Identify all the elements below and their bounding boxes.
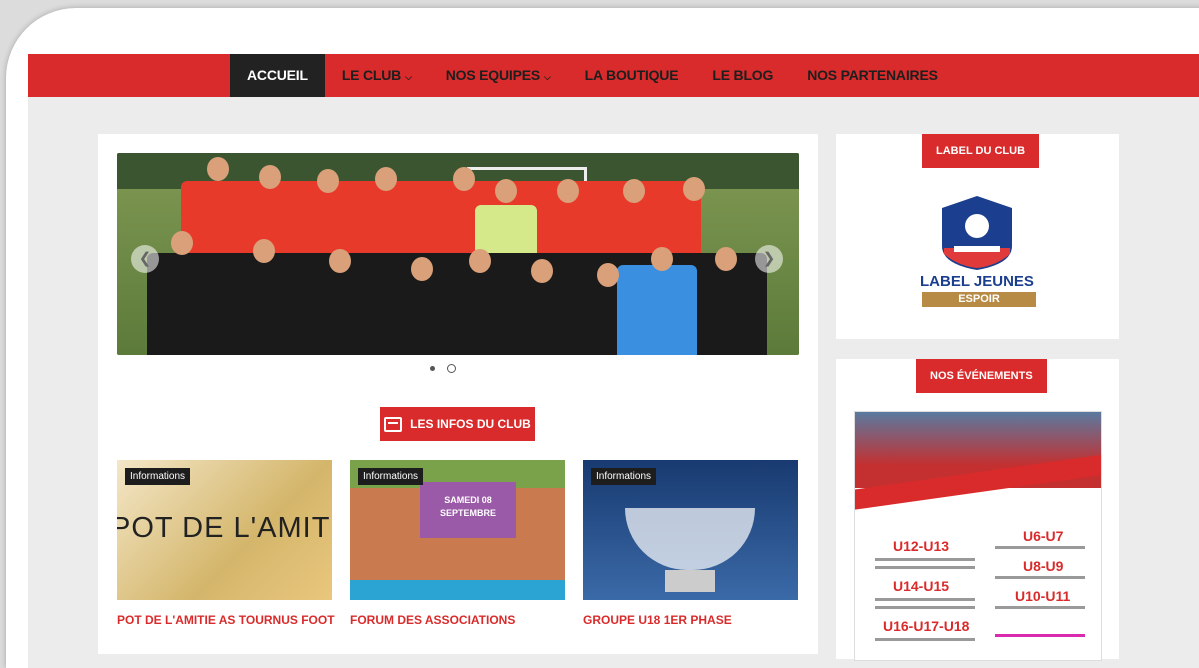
player-head — [171, 231, 193, 255]
poster-text-line — [995, 606, 1085, 609]
news-card-title[interactable]: GROUPE U18 1ER PHASE — [583, 612, 803, 628]
sidebar-events-widget: NOS ÉVÉNEMENTS A.S.TOURNUS FOOT U12-U13 … — [836, 359, 1119, 661]
browser-frame: ACCUEIL LE CLUB ⌵ NOS EQUIPES ⌵ LA BOUTIQU… — [6, 8, 1199, 668]
chevron-right-icon: ❯ — [762, 250, 776, 267]
fff-logo — [942, 196, 1012, 270]
player-head — [557, 179, 579, 203]
poster-category: U10-U11 — [1015, 588, 1071, 604]
player-head — [715, 247, 737, 271]
card-banner — [350, 580, 565, 600]
news-card-image[interactable]: Informations — [583, 460, 798, 600]
news-section-label: LES INFOS DU CLUB — [410, 417, 531, 431]
news-card-title[interactable]: POT DE L'AMITIE AS TOURNUS FOOT — [117, 612, 337, 628]
slider-next-button[interactable]: ❯ — [755, 245, 783, 273]
news-card-title[interactable]: FORUM DES ASSOCIATIONS — [350, 612, 570, 628]
news-section-button[interactable]: LES INFOS DU CLUB — [380, 407, 535, 441]
player-head — [253, 239, 275, 263]
player-head — [469, 249, 491, 273]
poster-text-line — [875, 558, 975, 561]
poster-text-line — [875, 606, 975, 609]
nav-item-label: LE BLOG — [712, 67, 774, 83]
card-category-tag: Informations — [125, 468, 191, 485]
chevron-left-icon: ❮ — [138, 250, 152, 267]
trophy-bowl — [625, 508, 755, 570]
goalkeeper-shirt — [617, 265, 697, 355]
team-photo-slider[interactable]: ❮ ❯ — [117, 153, 799, 355]
nav-item-nos-partenaires[interactable]: NOS PARTENAIRES — [790, 54, 955, 97]
nav-item-accueil[interactable]: ACCUEIL — [230, 54, 325, 97]
poster-text-line — [995, 576, 1085, 579]
nav-item-nos-equipes[interactable]: NOS EQUIPES ⌵ — [429, 54, 568, 97]
main-navbar: ACCUEIL LE CLUB ⌵ NOS EQUIPES ⌵ LA BOUTIQU… — [28, 54, 1199, 97]
nav-item-label: LE CLUB — [341, 67, 402, 83]
poster-category: U14-U15 — [893, 578, 950, 594]
player-head — [651, 247, 673, 271]
chevron-down-icon: ⌵ — [405, 72, 412, 82]
player-head — [623, 179, 645, 203]
poster-text-line — [995, 546, 1085, 549]
poster-category: U12-U13 — [893, 538, 950, 554]
calendar-icon — [384, 416, 403, 432]
slider-dot-active[interactable] — [447, 364, 456, 373]
nav-item-la-boutique[interactable]: LA BOUTIQUE — [568, 54, 696, 97]
main-panel: ❮ ❯ LES INFOS DU CLUB POT DE L'AMITIÉ In… — [98, 134, 818, 654]
event-poster[interactable]: A.S.TOURNUS FOOT U12-U13 U6-U7 U8-U9 U14… — [854, 411, 1102, 661]
card-overlay-text: POT DE L'AMITIÉ — [117, 512, 332, 544]
player-head — [453, 167, 475, 191]
nav-item-le-club[interactable]: LE CLUB ⌵ — [325, 54, 429, 97]
chevron-down-icon: ⌵ — [544, 72, 551, 82]
poster-category: U6-U7 — [1023, 528, 1064, 544]
label-text: LABEL JEUNES — [920, 273, 1034, 290]
slider-pagination — [430, 364, 456, 373]
events-widget-title: NOS ÉVÉNEMENTS — [916, 359, 1047, 393]
slider-dot[interactable] — [430, 366, 435, 371]
slider-prev-button[interactable]: ❮ — [131, 245, 159, 273]
card-category-tag: Informations — [591, 468, 657, 485]
player-head — [317, 169, 339, 193]
player-head — [411, 257, 433, 281]
nav-item-label: ACCUEIL — [247, 67, 308, 83]
nav-item-label: NOS EQUIPES — [445, 67, 540, 83]
nav-item-label: NOS PARTENAIRES — [807, 67, 938, 83]
player-head — [597, 263, 619, 287]
trophy-stand — [665, 570, 715, 592]
poster-category: U8-U9 — [1023, 558, 1064, 574]
sidebar-label-widget: LABEL DU CLUB LABEL JEUNES ESPOIR — [836, 134, 1119, 339]
player-head — [329, 249, 351, 273]
poster-category: U16-U17-U18 — [883, 618, 970, 634]
player-head — [531, 259, 553, 283]
player-head — [683, 177, 705, 201]
poster-text-line — [875, 598, 975, 601]
card-category-tag: Informations — [358, 468, 424, 485]
nav-item-label: LA BOUTIQUE — [584, 67, 679, 83]
news-card-image[interactable]: POT DE L'AMITIÉ Informations — [117, 460, 332, 600]
poster-text-line — [875, 638, 975, 641]
poster-text-line — [875, 566, 975, 569]
player-head — [259, 165, 281, 189]
player-head — [375, 167, 397, 191]
poster-text-line — [995, 634, 1085, 637]
player-head — [207, 157, 229, 181]
nav-item-le-blog[interactable]: LE BLOG — [695, 54, 790, 97]
page-content: ACCUEIL LE CLUB ⌵ NOS EQUIPES ⌵ LA BOUTIQU… — [28, 54, 1199, 668]
news-card-image[interactable]: SAMEDI 08 SEPTEMBRE Informations — [350, 460, 565, 600]
player-head — [495, 179, 517, 203]
label-widget-title: LABEL DU CLUB — [922, 134, 1040, 168]
card-overlay-text: SAMEDI 08 SEPTEMBRE — [420, 482, 516, 538]
label-sub: ESPOIR — [922, 292, 1036, 307]
